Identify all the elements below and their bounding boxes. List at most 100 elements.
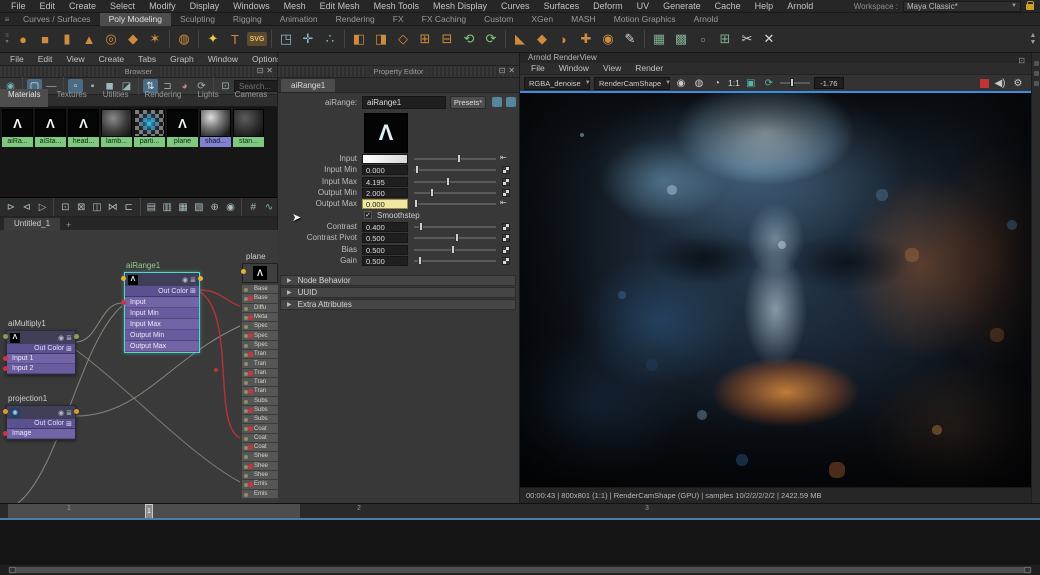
material-preview-swatch[interactable]: Λ xyxy=(364,113,408,153)
input-port-dot[interactable] xyxy=(3,409,8,414)
plane-attr-tran-7[interactable]: Tran xyxy=(242,350,278,359)
shelf-scroll-arrows[interactable]: ▲▼ xyxy=(1028,32,1040,46)
hypershade-menu-window[interactable]: Window xyxy=(201,53,245,66)
show-hide-icon[interactable] xyxy=(492,97,502,107)
plane-attr-subs-14[interactable]: Subs xyxy=(242,415,278,424)
plane-attr-tran-10[interactable]: Tran xyxy=(242,378,278,387)
attr-slider[interactable] xyxy=(414,203,496,205)
aov-dropdown[interactable]: RGBA_denoise▼ xyxy=(524,77,590,90)
range-end-handle[interactable] xyxy=(1024,567,1031,573)
plane-attr-shee-20[interactable]: Shee xyxy=(242,471,278,480)
plane-attr-meta-3[interactable]: Meta xyxy=(242,313,278,322)
shelf-options-icon[interactable]: ≡▾ xyxy=(2,33,12,45)
map-texture-button[interactable] xyxy=(502,166,510,174)
poly-cone-icon[interactable]: ▲ xyxy=(79,29,99,49)
playback-range[interactable] xyxy=(8,504,300,519)
settings-gear-icon[interactable]: ⚙ xyxy=(1011,78,1025,89)
menu-mesh-tools[interactable]: Mesh Tools xyxy=(367,0,426,13)
frame-graph-icon[interactable]: ◉ xyxy=(224,200,238,215)
zoom-ratio-label[interactable]: 1:1 xyxy=(728,78,740,88)
stop-render-icon[interactable] xyxy=(980,79,989,88)
poly-disc-icon[interactable]: ✶ xyxy=(145,29,165,49)
isolate-selected-icon[interactable]: ◍ xyxy=(692,78,706,89)
connected-port-dot[interactable] xyxy=(248,482,253,487)
port-dot[interactable] xyxy=(244,493,248,497)
presets-button[interactable]: Presets* xyxy=(450,96,486,109)
attr-value-field[interactable]: 2.000 xyxy=(362,188,408,198)
node-graph[interactable]: aiRange1 Λ ◉≣ Out Color⊞ InputInput MinI… xyxy=(0,230,278,503)
shelf-tab-poly-modeling[interactable]: Poly Modeling xyxy=(100,13,171,26)
attr-value-field[interactable] xyxy=(362,154,408,164)
attr-value-field[interactable]: 0.000 xyxy=(362,199,408,209)
input-port-dot[interactable] xyxy=(241,269,246,274)
node-header[interactable]: Λ ◉≣ xyxy=(125,273,199,286)
connected-port-dot[interactable] xyxy=(248,296,253,301)
range-slider[interactable] xyxy=(8,566,1032,574)
measure-icon[interactable]: ∴ xyxy=(320,29,340,49)
new-graph-tab-button[interactable]: + xyxy=(60,220,77,230)
remesh-icon[interactable]: ⟳ xyxy=(481,29,501,49)
material-swatch-head[interactable]: Λhead... xyxy=(68,109,99,147)
shelf-tab-custom[interactable]: Custom xyxy=(475,13,522,26)
node-name-field[interactable] xyxy=(362,96,446,109)
menu-arnold[interactable]: Arnold xyxy=(780,0,820,13)
attr-slider-handle[interactable] xyxy=(457,154,461,163)
connected-port-dot[interactable] xyxy=(248,464,253,469)
section-node-behavior[interactable]: ▶Node Behavior xyxy=(280,275,516,286)
shelf-tab-arnold[interactable]: Arnold xyxy=(685,13,728,26)
boolean-union-icon[interactable]: ◧ xyxy=(349,29,369,49)
sweep-mesh-icon[interactable]: ✦ xyxy=(203,29,223,49)
node-attr-input-max[interactable]: Input Max xyxy=(125,319,199,330)
plane-attr-base-0[interactable]: Base xyxy=(242,285,278,294)
hypershade-menu-graph[interactable]: Graph xyxy=(163,53,201,66)
attr-value-field[interactable]: 4.195 xyxy=(362,177,408,187)
port-dot[interactable] xyxy=(244,344,248,348)
attr-slider-handle[interactable] xyxy=(430,188,434,197)
port-dot[interactable] xyxy=(244,381,248,385)
combine-icon[interactable]: ◇ xyxy=(393,29,413,49)
plane-attr-tran-9[interactable]: Tran xyxy=(242,369,278,378)
menu-surfaces[interactable]: Surfaces xyxy=(537,0,587,13)
attr-value-field[interactable]: 0.500 xyxy=(362,245,408,255)
plane-attr-base-1[interactable]: Base xyxy=(242,294,278,303)
attr-slider[interactable] xyxy=(414,192,496,194)
node-airange1[interactable]: aiRange1 Λ ◉≣ Out Color⊞ InputInput MinI… xyxy=(124,272,200,351)
shelf-menu-icon[interactable]: ≡ xyxy=(0,15,14,24)
node-header[interactable]: Λ xyxy=(242,263,278,283)
pin-node-icon[interactable]: ⋈ xyxy=(106,200,120,215)
input2-dot[interactable] xyxy=(3,366,8,371)
close-icon[interactable]: ✕ xyxy=(508,66,515,75)
attr-value-field[interactable]: 0.500 xyxy=(362,256,408,266)
hypershade-menu-create[interactable]: Create xyxy=(92,53,132,66)
exposure-slider-handle[interactable] xyxy=(790,78,794,87)
plane-attr-tran-11[interactable]: Tran xyxy=(242,387,278,396)
menu-help[interactable]: Help xyxy=(748,0,781,13)
input-connections-icon[interactable]: ⊲ xyxy=(20,200,34,215)
poly-torus-icon[interactable]: ◎ xyxy=(101,29,121,49)
poly-plane-icon[interactable]: ◆ xyxy=(123,29,143,49)
shelf-tab-animation[interactable]: Animation xyxy=(271,13,327,26)
connected-port-dot[interactable] xyxy=(248,371,253,376)
attr-slider[interactable] xyxy=(414,237,496,239)
shelf-tab-sculpting[interactable]: Sculpting xyxy=(171,13,224,26)
port-dot[interactable] xyxy=(244,307,248,311)
boolean-difference-icon[interactable]: ◨ xyxy=(371,29,391,49)
shelf-tab-fx[interactable]: FX xyxy=(384,13,413,26)
input-port-dot[interactable] xyxy=(3,334,8,339)
attr-value-field[interactable]: 0.400 xyxy=(362,222,408,232)
attr-slider-handle[interactable] xyxy=(418,256,422,265)
port-dot[interactable] xyxy=(244,362,248,366)
attr-slider[interactable] xyxy=(414,158,496,160)
node-expand-icon[interactable]: ≣ xyxy=(66,409,72,417)
plane-attr-spec-6[interactable]: Spec xyxy=(242,341,278,350)
attr-slider-handle[interactable] xyxy=(451,245,455,254)
attr-slider[interactable] xyxy=(414,169,496,171)
menu-edit[interactable]: Edit xyxy=(33,0,63,13)
connection-style-icon[interactable]: ∿ xyxy=(262,200,276,215)
hypershade-menu-edit[interactable]: Edit xyxy=(31,53,60,66)
shelf-tab-rendering[interactable]: Rendering xyxy=(327,13,384,26)
range-start-handle[interactable] xyxy=(9,567,16,573)
svg-tool-icon[interactable]: SVG xyxy=(247,32,267,46)
section-uuid[interactable]: ▶UUID xyxy=(280,287,516,298)
node-header[interactable]: Λ ◉≣ xyxy=(7,331,75,344)
